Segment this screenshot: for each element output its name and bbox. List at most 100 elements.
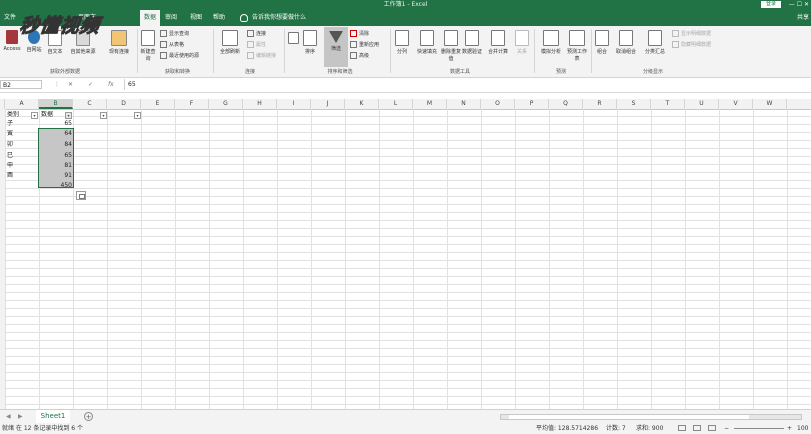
cancel-icon[interactable]: ✕: [68, 80, 73, 89]
tab-view[interactable]: 视图: [190, 10, 202, 26]
value-cell[interactable]: 64: [40, 130, 72, 138]
filter-dropdown-icon[interactable]: ▾: [31, 112, 38, 119]
flash-fill-label: 快速填充: [416, 49, 437, 55]
subtotal-button[interactable]: 分类汇总: [641, 30, 669, 55]
header-cell-category[interactable]: 类别: [7, 111, 19, 119]
formula-input[interactable]: 65: [128, 80, 136, 89]
zoom-out-icon[interactable]: −: [724, 423, 729, 434]
col-header[interactable]: P: [515, 99, 549, 109]
col-header[interactable]: B: [39, 99, 73, 109]
col-header[interactable]: O: [481, 99, 515, 109]
filter-dropdown-icon[interactable]: ▾: [100, 112, 107, 119]
category-cell[interactable]: 申: [7, 162, 13, 170]
group-button[interactable]: 组合: [594, 30, 610, 55]
value-cell[interactable]: 91: [40, 172, 72, 180]
value-cell[interactable]: 84: [40, 141, 72, 149]
consolidate-button[interactable]: 合并计算: [484, 30, 512, 55]
worksheet[interactable]: A B C D E F G H I J K L M N O P Q R S T …: [0, 99, 811, 409]
text-to-columns-button[interactable]: 分列: [393, 30, 411, 55]
col-header[interactable]: M: [413, 99, 447, 109]
filter-active-icon[interactable]: ▾: [65, 112, 72, 119]
add-sheet-icon[interactable]: +: [84, 412, 93, 421]
flash-fill-button[interactable]: 快速填充: [412, 30, 442, 55]
category-cell[interactable]: 卯: [7, 141, 13, 149]
col-header[interactable]: D: [107, 99, 141, 109]
data-validation-button[interactable]: 数据验证: [462, 30, 482, 55]
filter-dropdown-icon[interactable]: ▾: [134, 112, 141, 119]
sum-cell[interactable]: 450: [40, 182, 72, 190]
cell-grid[interactable]: [5, 109, 811, 409]
col-header[interactable]: G: [209, 99, 243, 109]
col-header[interactable]: T: [651, 99, 685, 109]
consolidate-label: 合并计算: [487, 49, 508, 55]
zoom-level[interactable]: 100: [797, 423, 808, 434]
col-header[interactable]: I: [277, 99, 311, 109]
recent-sources-button[interactable]: 最近使用的源: [160, 52, 199, 59]
page-break-view-icon[interactable]: [708, 425, 716, 431]
subtotal-label: 分类汇总: [644, 49, 665, 55]
quick-analysis-icon[interactable]: [76, 191, 86, 200]
col-header[interactable]: A: [5, 99, 39, 109]
fx-icon[interactable]: fx: [108, 80, 114, 89]
col-header[interactable]: R: [583, 99, 617, 109]
tell-me-box[interactable]: 告诉我你想要做什么: [240, 10, 306, 26]
col-header[interactable]: N: [447, 99, 481, 109]
horizontal-scrollbar[interactable]: [500, 414, 802, 420]
clear-filter-button[interactable]: 清除: [350, 30, 369, 37]
value-cell[interactable]: 65: [40, 152, 72, 160]
sort-button[interactable]: 排序: [300, 30, 320, 55]
col-header[interactable]: F: [175, 99, 209, 109]
tab-help[interactable]: 帮助: [213, 10, 225, 26]
col-header[interactable]: U: [685, 99, 719, 109]
status-average: 平均值: 128.5714286: [536, 425, 599, 432]
normal-view-icon[interactable]: [678, 425, 686, 431]
zoom-in-icon[interactable]: +: [787, 423, 792, 434]
ungroup-button[interactable]: 取消组合: [612, 30, 640, 55]
group-label-outline: 分级显示: [642, 69, 663, 75]
advanced-filter-button[interactable]: 高级: [350, 52, 369, 59]
reapply-button[interactable]: 重新应用: [350, 41, 379, 48]
window-controls[interactable]: — ☐ ✕: [789, 0, 809, 10]
col-header[interactable]: L: [379, 99, 413, 109]
what-if-button[interactable]: 模拟分析: [537, 30, 565, 55]
category-cell[interactable]: 子: [7, 120, 13, 128]
page-layout-view-icon[interactable]: [693, 425, 701, 431]
col-header[interactable]: E: [141, 99, 175, 109]
col-header[interactable]: Q: [549, 99, 583, 109]
col-header[interactable]: K: [345, 99, 379, 109]
category-cell[interactable]: 酉: [7, 172, 13, 180]
col-header[interactable]: C: [73, 99, 107, 109]
value-cell[interactable]: 81: [40, 162, 72, 170]
forecast-sheet-button[interactable]: 预测工作表: [566, 30, 588, 62]
filter-button[interactable]: 筛选: [324, 27, 348, 67]
col-header[interactable]: J: [311, 99, 345, 109]
col-header[interactable]: H: [243, 99, 277, 109]
next-sheet-icon[interactable]: ▶: [18, 413, 23, 420]
scrollbar-thumb[interactable]: [509, 415, 749, 419]
group-label-get-transform: 获取和转换: [164, 69, 190, 75]
sort-az-button[interactable]: [287, 32, 299, 46]
col-header[interactable]: V: [719, 99, 753, 109]
advanced-label: 高级: [359, 53, 370, 59]
remove-duplicates-button[interactable]: 删除重复值: [441, 30, 461, 62]
category-cell[interactable]: 巳: [7, 152, 13, 160]
col-header[interactable]: W: [753, 99, 787, 109]
zoom-slider[interactable]: [734, 428, 784, 429]
refresh-all-button[interactable]: 全部刷新: [216, 30, 244, 55]
value-cell[interactable]: 65: [40, 120, 72, 128]
prev-sheet-icon[interactable]: ◀: [6, 413, 11, 420]
name-box[interactable]: B2: [0, 80, 42, 89]
from-table-button[interactable]: 从表格: [160, 41, 184, 48]
share-button[interactable]: 共享: [797, 10, 809, 26]
enter-icon[interactable]: ✓: [88, 80, 93, 89]
header-cell-data[interactable]: 数据: [41, 111, 53, 119]
connections-button[interactable]: 连接: [247, 30, 266, 37]
tab-review[interactable]: 审阅: [165, 10, 177, 26]
category-cell[interactable]: 寅: [7, 130, 13, 138]
show-queries-button[interactable]: 显示查询: [160, 30, 189, 37]
login-button[interactable]: 登录: [760, 1, 781, 8]
tell-me-text: 告诉我你想要做什么: [252, 14, 307, 21]
access-label: Access: [3, 46, 21, 52]
col-header[interactable]: S: [617, 99, 651, 109]
tab-file[interactable]: 文件: [4, 10, 16, 26]
